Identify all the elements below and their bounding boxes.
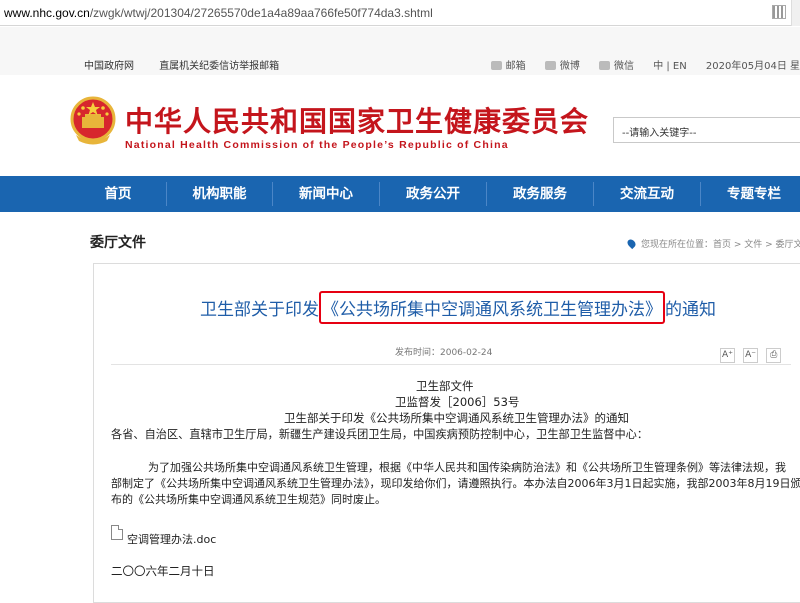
nav-gov-affairs[interactable]: 政务公开 [380,176,486,212]
main-nav: 首页 机构职能 新闻中心 政务公开 政务服务 交流互动 专题专栏 [0,176,800,212]
nav-services[interactable]: 政务服务 [487,176,593,212]
mail-link[interactable]: 邮箱 [490,57,526,72]
section-title: 委厅文件 [90,235,146,251]
search-input[interactable]: --请输入关键字-- [613,117,800,143]
link-gov-portal[interactable]: 中国政府网 [84,61,134,72]
national-emblem-icon [70,96,116,145]
site-title-en: National Health Commission of the People… [125,139,509,151]
doc-header: 卫生部文件 [416,379,474,393]
nav-functions[interactable]: 机构职能 [167,176,272,212]
breadcrumb: 您现在所在位置：首页 > 文件 > 委厅文件 [625,237,800,250]
doc-subject: 卫生部关于印发《公共场所集中空调通风系统卫生管理办法》的通知 [284,411,629,425]
language-switch[interactable]: 中 | EN [653,57,687,72]
title-highlight-box: 《公共场所集中空调通风系统卫生管理办法》 [319,291,665,324]
paragraph-line: 为了加强公共场所集中空调通风系统卫生管理，根据《中华人民共和国传染病防治法》和《… [148,461,786,474]
wechat-icon [599,61,611,70]
site-header: 中华人民共和国国家卫生健康委员会 National Health Commiss… [0,75,800,175]
current-date: 2020年05月04日 星 [705,61,800,72]
doc-recipients: 各省、自治区、直辖市卫生厅局，新疆生产建设兵团卫生局，中国疾病预防控制中心，卫生… [111,428,649,441]
utility-right: 邮箱 微博 微信 中 | EN 2020年05月04日 星 [490,57,800,72]
link-report-mailbox[interactable]: 直属机关纪委信访举报邮箱 [159,61,279,72]
font-decrease-button[interactable]: A⁻ [743,348,759,363]
location-pin-icon [625,237,638,250]
url-text[interactable]: www.nhc.gov.cn/zwgk/wtwj/201304/27265570… [4,6,433,20]
compatibility-icon[interactable] [772,5,786,19]
scrollbar[interactable] [791,0,800,26]
divider [111,364,791,365]
doc-date: 二〇〇六年二月十日 [111,564,215,578]
article-title: 卫生部关于印发 《公共场所集中空调通风系统卫生管理办法》 的通知 [200,291,716,324]
nav-news[interactable]: 新闻中心 [273,176,379,212]
nav-topics[interactable]: 专题专栏 [701,176,800,212]
paragraph-line: 部制定了《公共场所集中空调通风系统卫生管理办法》，现印发给你们，请遵照执行。本办… [111,477,800,490]
nav-home[interactable]: 首页 [70,176,166,212]
url-path: /zwgk/wtwj/201304/27265570de1a4a89aa766f… [89,6,433,20]
print-icon[interactable]: ⎙ [766,348,782,363]
wechat-link[interactable]: 微信 [599,57,634,72]
weibo-link[interactable]: 微博 [544,57,580,72]
nav-interaction[interactable]: 交流互动 [594,176,700,212]
doc-number: 卫监督发［2006］53号 [395,395,520,409]
doc-file-icon [111,525,123,540]
url-domain: www.nhc.gov.cn [4,6,90,20]
paragraph-line: 布的《公共场所集中空调通风系统卫生规范》同时废止。 [111,493,386,506]
attachment-link[interactable]: 空调管理办法.doc [127,531,216,547]
mail-icon [490,61,502,70]
font-increase-button[interactable]: A⁺ [720,348,735,363]
weibo-icon [544,61,556,70]
utility-links: 中国政府网 直属机关纪委信访举报邮箱 [84,57,301,72]
address-bar[interactable]: www.nhc.gov.cn/zwgk/wtwj/201304/27265570… [0,0,800,26]
site-title-cn[interactable]: 中华人民共和国国家卫生健康委员会 [125,100,589,140]
article-tools: A⁺ A⁻ ⎙ [720,342,784,363]
publish-date: 发布时间：2006-02-24 [395,348,493,358]
top-utility-bar: 中国政府网 直属机关纪委信访举报邮箱 邮箱 微博 微信 中 | EN 2020年… [0,27,800,75]
